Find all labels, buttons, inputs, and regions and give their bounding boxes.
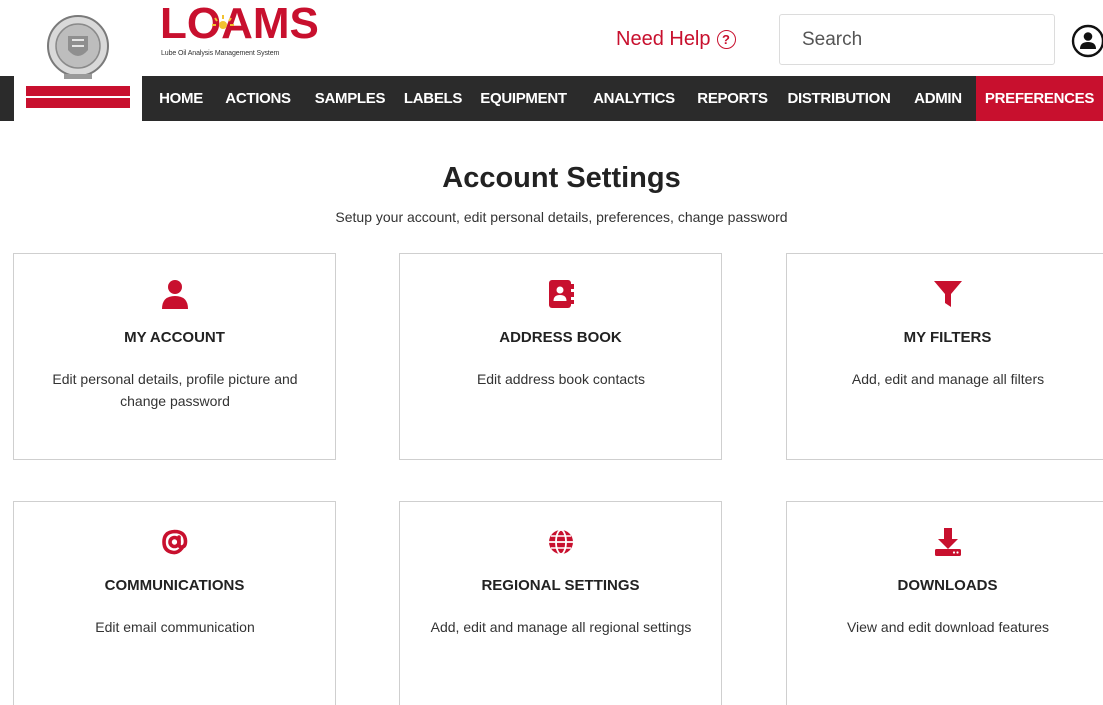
user-profile-icon[interactable] — [1071, 24, 1103, 58]
nav-item-analytics[interactable]: ANALYTICS — [584, 76, 684, 121]
at-sign-icon — [161, 529, 187, 555]
card-description: Edit email communication — [95, 619, 255, 635]
card-title: MY FILTERS — [903, 329, 992, 346]
page-title: Account Settings — [442, 162, 681, 194]
card-title: DOWNLOADS — [897, 577, 998, 594]
card-downloads[interactable]: DOWNLOADS View and edit download feature… — [786, 501, 1103, 705]
brand-tagline: Lube Oil Analysis Management System — [161, 50, 280, 57]
nav-item-reports[interactable]: REPORTS — [690, 76, 775, 121]
search-input[interactable] — [779, 14, 1055, 65]
card-description: View and edit download features — [846, 619, 1050, 635]
page-subtitle: Setup your account, edit personal detail… — [335, 209, 788, 225]
card-title: REGIONAL SETTINGS — [481, 577, 640, 594]
card-my-account[interactable]: MY ACCOUNT Edit personal details, profil… — [13, 253, 336, 460]
nav-item-preferences[interactable]: PREFERENCES — [976, 76, 1103, 121]
address-book-icon — [548, 280, 574, 308]
brand-sun-icon — [212, 15, 234, 29]
card-title: MY ACCOUNT — [124, 329, 225, 346]
download-icon — [934, 528, 961, 556]
need-help-label: Need Help — [616, 28, 711, 50]
card-title: ADDRESS BOOK — [499, 329, 622, 346]
card-description: Edit personal details, profile picture a… — [52, 371, 298, 409]
loams-logo[interactable]: LOAMS Lube Oil Analysis Management Syste… — [160, 2, 330, 66]
nav-item-admin[interactable]: ADMIN — [904, 76, 972, 121]
nav-item-home[interactable]: HOME — [152, 76, 210, 121]
nav-item-distribution[interactable]: DISTRIBUTION — [779, 76, 899, 121]
card-title: COMMUNICATIONS — [104, 577, 245, 594]
need-help-link[interactable]: Need Help ? — [616, 28, 736, 51]
top-header: LOAMS Lube Oil Analysis Management Syste… — [0, 0, 1103, 121]
card-description: Add, edit and manage all regional settin… — [430, 619, 692, 635]
nav-item-equipment[interactable]: EQUIPMENT — [471, 76, 576, 121]
card-regional-settings[interactable]: REGIONAL SETTINGS Add, edit and manage a… — [399, 501, 722, 705]
nav-item-actions[interactable]: ACTIONS — [218, 76, 298, 121]
main-nav: HOME ACTIONS SAMPLES LABELS EQUIPMENT AN… — [0, 76, 1103, 121]
nav-item-samples[interactable]: SAMPLES — [306, 76, 394, 121]
globe-icon — [548, 529, 573, 555]
nav-item-labels[interactable]: LABELS — [400, 76, 466, 121]
card-address-book[interactable]: ADDRESS BOOK Edit address book contacts — [399, 253, 722, 460]
bureau-veritas-logo[interactable] — [14, 0, 142, 121]
card-description: Add, edit and manage all filters — [851, 371, 1045, 387]
user-icon — [161, 280, 188, 309]
card-communications[interactable]: COMMUNICATIONS Edit email communication — [13, 501, 336, 705]
card-my-filters[interactable]: MY FILTERS Add, edit and manage all filt… — [786, 253, 1103, 460]
help-circle-icon: ? — [716, 30, 736, 49]
filter-icon — [933, 281, 962, 307]
card-description: Edit address book contacts — [476, 371, 646, 387]
